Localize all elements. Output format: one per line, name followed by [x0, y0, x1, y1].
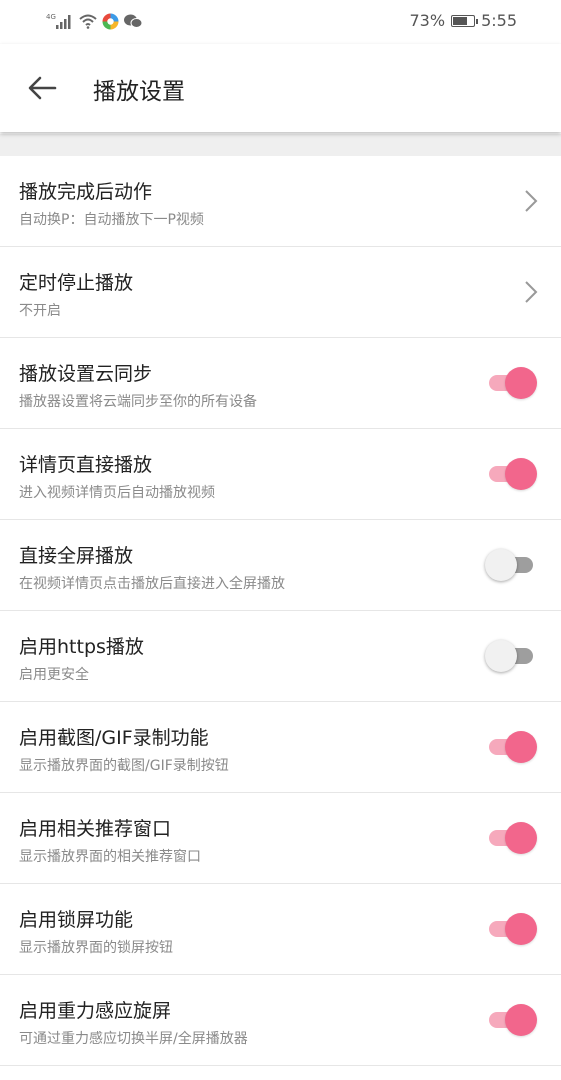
setting-row[interactable]: 启用重力感应旋屏可通过重力感应切换半屏/全屏播放器 — [0, 975, 561, 1066]
status-icons-right: 73% 5:55 — [410, 11, 518, 30]
setting-subtitle: 显示播放界面的截图/GIF录制按钮 — [19, 758, 229, 774]
setting-title: 启用锁屏功能 — [19, 909, 134, 931]
setting-title: 播放完成后动作 — [19, 181, 153, 203]
setting-row[interactable]: 详情页直接播放进入视频详情页后自动播放视频 — [0, 429, 561, 520]
toggle-knob — [505, 458, 537, 490]
setting-subtitle: 显示播放界面的相关推荐窗口 — [19, 849, 201, 865]
clock: 5:55 — [481, 11, 517, 30]
setting-toggle-switch[interactable] — [485, 548, 537, 582]
setting-subtitle: 在视频详情页点击播放后直接进入全屏播放 — [19, 576, 285, 592]
toggle-knob — [505, 367, 537, 399]
chevron-right-icon — [525, 281, 538, 303]
setting-title: 启用https播放 — [19, 636, 144, 658]
chevron-right-icon — [525, 190, 538, 212]
setting-toggle-switch[interactable] — [485, 730, 537, 764]
toggle-knob — [505, 1004, 537, 1036]
page-title: 播放设置 — [93, 79, 185, 105]
setting-title: 启用相关推荐窗口 — [19, 818, 172, 840]
arrow-left-icon — [28, 76, 57, 100]
setting-toggle-switch[interactable] — [485, 821, 537, 855]
setting-subtitle: 播放器设置将云端同步至你的所有设备 — [19, 394, 257, 410]
battery-icon — [451, 14, 479, 27]
setting-subtitle: 自动换P：自动播放下一P视频 — [19, 212, 204, 228]
setting-subtitle: 不开启 — [19, 303, 61, 319]
setting-toggle-switch[interactable] — [485, 639, 537, 673]
battery-level — [453, 16, 468, 25]
setting-row[interactable]: 启用https播放启用更安全 — [0, 611, 561, 702]
settings-list: 播放完成后动作自动换P：自动播放下一P视频定时停止播放不开启播放设置云同步播放器… — [0, 156, 561, 1066]
setting-row[interactable]: 启用截图/GIF录制功能显示播放界面的截图/GIF录制按钮 — [0, 702, 561, 793]
toggle-knob — [505, 822, 537, 854]
setting-row[interactable]: 播放完成后动作自动换P：自动播放下一P视频 — [0, 156, 561, 247]
status-bar: 4G 73% 5:55 — [0, 0, 561, 44]
app-notification-icon — [102, 13, 119, 29]
setting-row[interactable]: 播放设置云同步播放器设置将云端同步至你的所有设备 — [0, 338, 561, 429]
setting-subtitle: 可通过重力感应切换半屏/全屏播放器 — [19, 1031, 248, 1047]
network-type-label: 4G — [46, 13, 56, 21]
setting-toggle-switch[interactable] — [485, 457, 537, 491]
section-spacer — [0, 134, 561, 156]
setting-toggle-switch[interactable] — [485, 912, 537, 946]
battery-percent: 73% — [409, 11, 446, 30]
setting-subtitle: 显示播放界面的锁屏按钮 — [19, 940, 173, 956]
setting-title: 详情页直接播放 — [19, 454, 153, 476]
setting-title: 启用重力感应旋屏 — [19, 1000, 172, 1022]
toggle-knob — [505, 731, 537, 763]
wifi-icon — [79, 14, 97, 29]
setting-row[interactable]: 启用相关推荐窗口显示播放界面的相关推荐窗口 — [0, 793, 561, 884]
wechat-icon — [124, 14, 143, 28]
setting-subtitle: 启用更安全 — [19, 667, 89, 683]
setting-row[interactable]: 定时停止播放 不开启 — [0, 247, 561, 338]
back-button[interactable] — [22, 68, 62, 108]
status-icons-left: 4G — [46, 12, 143, 30]
setting-title: 直接全屏播放 — [19, 545, 134, 567]
app-toolbar: 播放设置 — [0, 44, 561, 132]
setting-title: 定时停止播放 — [19, 272, 134, 294]
signal-icon: 4G — [46, 13, 71, 29]
setting-toggle-switch[interactable] — [485, 366, 537, 400]
toggle-knob — [485, 549, 517, 581]
setting-toggle-switch[interactable] — [485, 1003, 537, 1037]
setting-row[interactable]: 直接全屏播放在视频详情页点击播放后直接进入全屏播放 — [0, 520, 561, 611]
toggle-knob — [505, 913, 537, 945]
setting-title: 播放设置云同步 — [19, 363, 153, 385]
setting-row[interactable]: 启用锁屏功能显示播放界面的锁屏按钮 — [0, 884, 561, 975]
toggle-knob — [485, 640, 517, 672]
setting-subtitle: 进入视频详情页后自动播放视频 — [19, 485, 215, 501]
setting-title: 启用截图/GIF录制功能 — [19, 727, 209, 749]
